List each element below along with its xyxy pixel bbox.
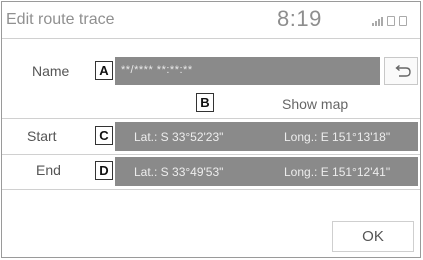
name-value: **/**** **:**:** [121, 64, 193, 76]
ok-button[interactable]: OK [332, 221, 414, 252]
divider [2, 189, 420, 190]
header-bar: Edit route trace 8:19 [2, 2, 420, 38]
start-location-button[interactable]: Lat.: S 33°52'23" Long.: E 151°13'18" [115, 122, 418, 151]
battery-icon [399, 16, 407, 26]
start-label: Start [27, 128, 57, 144]
show-map-button[interactable]: Show map [282, 96, 348, 112]
phone-icon [387, 16, 395, 26]
callout-c: C [95, 126, 113, 145]
status-icons [372, 16, 407, 26]
divider [2, 154, 420, 155]
callout-b: B [196, 93, 214, 112]
back-button[interactable] [384, 57, 418, 85]
edit-route-trace-screen: Edit route trace 8:19 Name A **/**** **:… [1, 1, 421, 258]
signal-icon [372, 17, 383, 26]
end-lat: Lat.: S 33°49'53" [134, 165, 224, 179]
clock: 8:19 [277, 6, 322, 31]
start-lat: Lat.: S 33°52'23" [134, 130, 224, 144]
start-long: Long.: E 151°13'18" [284, 130, 391, 144]
back-arrow-icon [395, 64, 411, 77]
end-location-button[interactable]: Lat.: S 33°49'53" Long.: E 151°12'41" [115, 157, 418, 186]
name-label: Name [32, 63, 70, 79]
header-divider [2, 38, 420, 39]
callout-d: D [95, 161, 113, 180]
end-long: Long.: E 151°12'41" [284, 165, 391, 179]
callout-a: A [95, 61, 113, 80]
page-title: Edit route trace [6, 11, 115, 28]
end-label: End [36, 162, 61, 178]
divider [2, 118, 420, 119]
name-field[interactable]: **/**** **:**:** [115, 57, 380, 85]
